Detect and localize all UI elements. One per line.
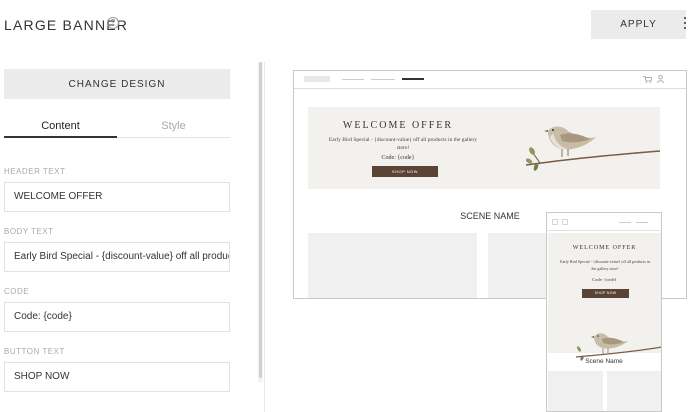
mobile-nav-link — [636, 222, 648, 223]
mobile-scene-name: Scene Name — [585, 358, 623, 365]
preview-nav-link — [342, 79, 364, 80]
panel-divider — [264, 62, 265, 412]
mobile-site-header — [547, 213, 661, 231]
body-text-label: BODY TEXT — [4, 227, 54, 236]
scene-product-card — [308, 233, 477, 298]
apply-button[interactable]: APPLY — [591, 10, 686, 39]
preview-site-header — [294, 71, 686, 89]
tab-content[interactable]: Content — [4, 116, 117, 138]
tab-style[interactable]: Style — [117, 116, 230, 138]
preview-nav-link — [371, 79, 395, 80]
mobile-banner-title: WELCOME OFFER — [572, 245, 637, 251]
mobile-banner: WELCOME OFFER Early Bird Special - {disc… — [548, 233, 661, 361]
preview-banner: WELCOME OFFER Early Bird Special - {disc… — [308, 107, 660, 189]
button-text-label: BUTTON TEXT — [4, 347, 65, 356]
mobile-banner-code: Code: {code} — [592, 277, 617, 282]
code-field[interactable]: Code: {code} — [4, 302, 230, 332]
code-label: CODE — [4, 287, 30, 296]
cart-icon — [643, 76, 653, 85]
preview-nav-link-active — [402, 78, 424, 80]
banner-code: Code: {code} — [381, 155, 415, 161]
body-text-field[interactable]: Early Bird Special - {discount-value} of… — [4, 242, 230, 272]
preview-logo — [304, 76, 330, 82]
mobile-banner-shop-button: SHOP NOW — [582, 289, 629, 298]
banner-title: WELCOME OFFER — [342, 120, 454, 131]
mobile-product-card — [607, 371, 661, 411]
change-design-button[interactable]: CHANGE DESIGN — [4, 69, 230, 99]
help-icon[interactable]: ? — [107, 17, 119, 29]
editor-tabs: Content Style — [4, 116, 230, 138]
mobile-preview: WELCOME OFFER Early Bird Special - {disc… — [546, 212, 662, 412]
user-icon — [657, 75, 664, 85]
mobile-nav-link — [619, 222, 631, 223]
top-bar: LARGE BANNER ? APPLY — [0, 0, 688, 50]
panel-scrollbar-thumb[interactable] — [259, 62, 262, 378]
more-options-icon[interactable] — [684, 17, 688, 33]
header-text-field[interactable]: WELCOME OFFER — [4, 182, 230, 212]
button-text-field[interactable]: SHOP NOW — [4, 362, 230, 392]
banner-body: Early Bird Special - {discount-value} of… — [328, 137, 478, 151]
banner-shop-button: SHOP NOW — [372, 166, 438, 177]
mobile-banner-body: Early Bird Special - {discount-value} of… — [560, 259, 650, 271]
mobile-product-card — [548, 371, 603, 411]
bird-illustration — [576, 333, 661, 361]
mobile-header-icons — [552, 219, 568, 225]
header-text-label: HEADER TEXT — [4, 167, 66, 176]
bird-illustration — [526, 126, 660, 171]
editor-panel: CHANGE DESIGN Content Style HEADER TEXT … — [0, 62, 258, 412]
